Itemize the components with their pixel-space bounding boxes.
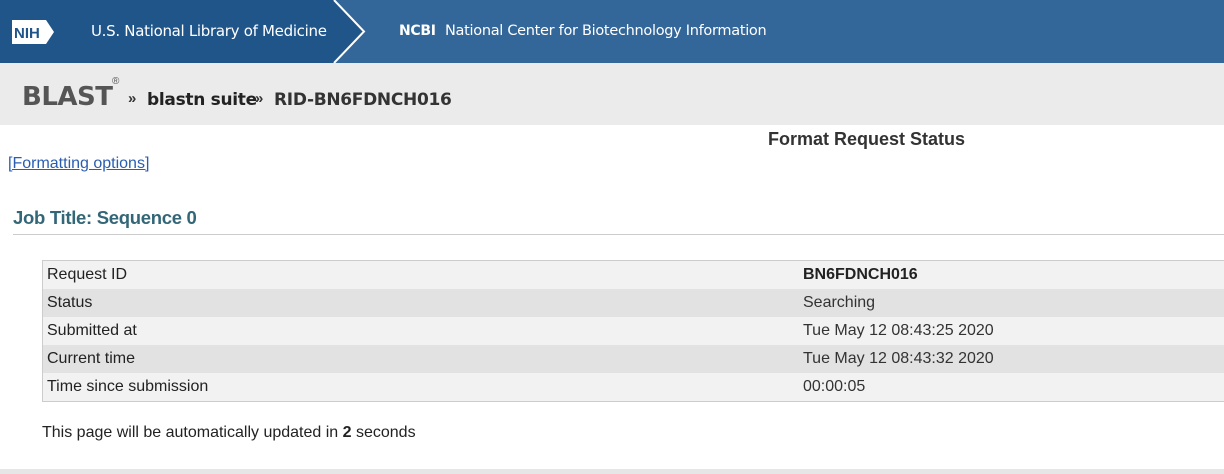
status-label: Submitted at bbox=[47, 322, 137, 339]
job-title: Job Title: Sequence 0 bbox=[13, 207, 197, 228]
breadcrumb-rid: RID-BN6FDNCH016 bbox=[274, 90, 452, 110]
status-value: BN6FDNCH016 bbox=[803, 266, 918, 283]
blast-logo-link[interactable]: BLAST bbox=[22, 82, 113, 112]
breadcrumb-separator-icon: » bbox=[128, 90, 137, 107]
ncbi-abbr-link[interactable]: NCBI bbox=[399, 23, 436, 39]
job-title-divider bbox=[13, 234, 1224, 235]
status-label: Current time bbox=[47, 350, 136, 367]
status-row-elapsed: Time since submission 00:00:05 bbox=[43, 373, 1224, 401]
registered-mark: ® bbox=[112, 76, 120, 87]
breadcrumb: BLAST ® » blastn suite » RID-BN6FDNCH016 bbox=[0, 63, 1224, 125]
breadcrumb-suite-link[interactable]: blastn suite bbox=[147, 90, 257, 110]
update-note-prefix: This page will be automatically updated … bbox=[42, 424, 339, 441]
status-label: Time since submission bbox=[47, 378, 209, 395]
nih-logo-text: NIH bbox=[14, 25, 40, 42]
nih-logo-icon[interactable]: NIH bbox=[10, 18, 56, 46]
status-row-request-id: Request ID BN6FDNCH016 bbox=[43, 261, 1224, 289]
status-label: Request ID bbox=[47, 266, 128, 283]
footer-divider bbox=[0, 469, 1224, 474]
ncbi-header-banner: NIH U.S. National Library of Medicine NC… bbox=[0, 0, 1224, 63]
update-note-seconds: 2 bbox=[342, 424, 352, 441]
status-value: Tue May 12 08:43:25 2020 bbox=[803, 322, 994, 339]
status-row-submitted: Submitted at Tue May 12 08:43:25 2020 bbox=[43, 317, 1224, 345]
status-row-current-time: Current time Tue May 12 08:43:32 2020 bbox=[43, 345, 1224, 373]
auto-update-note: This page will be automatically updated … bbox=[42, 424, 416, 442]
banner-chevron-divider bbox=[330, 0, 366, 63]
page-title: Format Request Status bbox=[768, 129, 966, 149]
breadcrumb-separator-icon: » bbox=[255, 90, 264, 107]
formatting-options-link[interactable]: [Formatting options] bbox=[8, 155, 149, 173]
status-value: Tue May 12 08:43:32 2020 bbox=[803, 350, 994, 367]
status-value: 00:00:05 bbox=[803, 378, 866, 395]
status-value: Searching bbox=[803, 294, 876, 311]
update-note-suffix: seconds bbox=[355, 424, 416, 441]
status-label: Status bbox=[47, 294, 93, 311]
status-table: Request ID BN6FDNCH016 Status Searching … bbox=[42, 260, 1224, 402]
ncbi-name-link[interactable]: National Center for Biotechnology Inform… bbox=[445, 23, 767, 39]
status-row-status: Status Searching bbox=[43, 289, 1224, 317]
nlm-link[interactable]: U.S. National Library of Medicine bbox=[91, 22, 327, 40]
